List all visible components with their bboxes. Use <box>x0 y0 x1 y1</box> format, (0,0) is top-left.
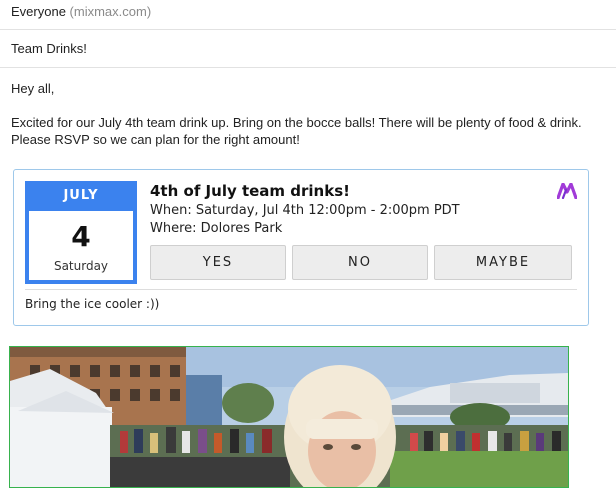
recipient-name: Everyone <box>11 4 66 19</box>
subject-text: Team Drinks! <box>11 41 87 56</box>
calendar-weekday: Saturday <box>53 259 109 273</box>
event-where: Where: Dolores Park <box>150 221 283 236</box>
rsvp-maybe-button[interactable]: MAYBE <box>434 245 572 280</box>
calendar-month: JULY <box>29 185 133 211</box>
event-invite-card: JULY 4 Saturday 4th of July team drinks!… <box>13 169 589 326</box>
event-when: When: Saturday, Jul 4th 12:00pm - 2:00pm… <box>150 203 460 218</box>
event-title: 4th of July team drinks! <box>150 182 350 200</box>
festival-photo-image <box>10 347 568 487</box>
subject-field[interactable]: Team Drinks! <box>0 30 616 68</box>
calendar-day: 4 <box>71 220 91 253</box>
festival-photo <box>9 346 569 488</box>
event-note: Bring the ice cooler :)) <box>25 297 160 311</box>
mixmax-logo-icon <box>557 183 577 199</box>
greeting: Hey all, <box>11 81 55 96</box>
recipient-domain: (mixmax.com) <box>69 4 152 19</box>
body-line-1: Excited for our July 4th team drink up. … <box>11 115 582 130</box>
message-body[interactable]: Hey all, Excited for our July 4th team d… <box>11 80 606 148</box>
rsvp-yes-button[interactable]: YES <box>150 245 286 280</box>
card-divider <box>25 289 577 290</box>
rsvp-no-button[interactable]: NO <box>292 245 428 280</box>
calendar-date-badge: JULY 4 Saturday <box>25 181 137 284</box>
to-field[interactable]: Everyone (mixmax.com) <box>0 0 616 30</box>
body-line-2: Please RSVP so we can plan for the right… <box>11 132 300 147</box>
